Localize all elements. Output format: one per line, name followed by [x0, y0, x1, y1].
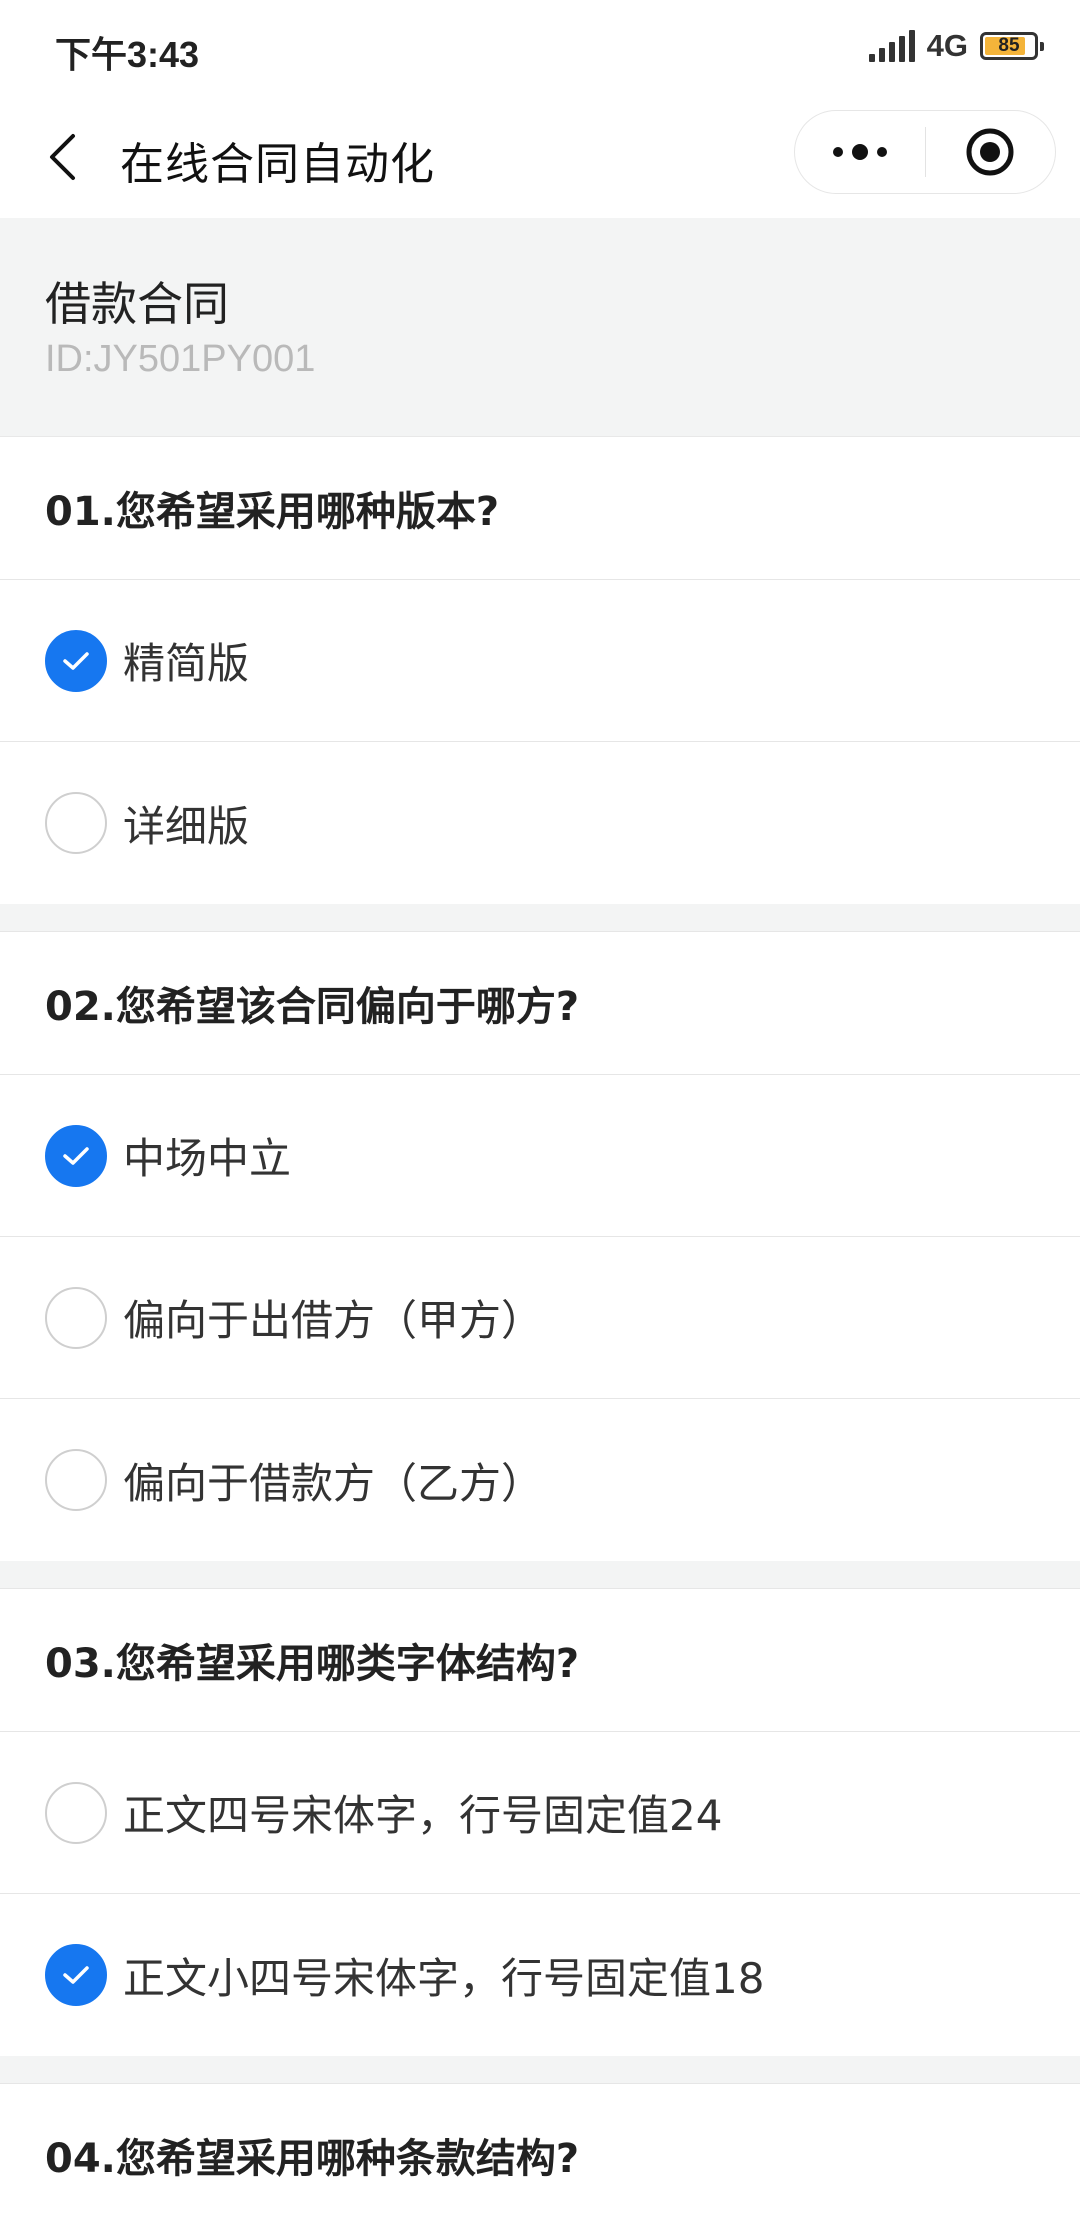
- contract-name: 借款合同: [45, 277, 229, 331]
- contract-header: 借款合同 ID:JY501PY001: [0, 218, 1080, 437]
- back-button[interactable]: [40, 132, 84, 182]
- radio-button[interactable]: [45, 629, 107, 692]
- radio-button[interactable]: [45, 1124, 107, 1187]
- contract-id: ID:JY501PY001: [45, 338, 316, 380]
- option-item[interactable]: 正文小四号宋体字，行号固定值18: [0, 1894, 1080, 2056]
- battery-level: 85: [998, 35, 1020, 56]
- mini-program-capsule: [794, 110, 1056, 194]
- radio-button[interactable]: [45, 792, 107, 854]
- option-item[interactable]: 中场中立: [0, 1075, 1080, 1237]
- option-item[interactable]: 详细版: [0, 742, 1080, 904]
- option-label: 正文四号宋体字，行号固定值24: [123, 1791, 723, 1840]
- option-item[interactable]: 精简版: [0, 580, 1080, 742]
- option-label: 精简版: [123, 639, 250, 688]
- option-label: 详细版: [123, 801, 250, 851]
- radio-button[interactable]: [45, 1944, 107, 2006]
- question-title: 02.您希望该合同偏向于哪方?: [0, 932, 1080, 1075]
- radio-button[interactable]: [45, 1781, 107, 1844]
- status-bar: 下午3:43 4G 85: [0, 0, 1080, 96]
- chevron-left-icon: [50, 134, 75, 180]
- radio-button[interactable]: [45, 1286, 107, 1349]
- option-item[interactable]: 正文四号宋体字，行号固定值24: [0, 1732, 1080, 1894]
- checkmark-icon: [63, 1966, 89, 1984]
- section-divider: [0, 2056, 1080, 2084]
- status-time: 下午3:43: [55, 34, 200, 75]
- status-icons: 4G 85: [868, 28, 1044, 64]
- option-item[interactable]: 偏向于借款方（乙方）: [0, 1399, 1080, 1561]
- option-label: 偏向于借款方（乙方）: [123, 1458, 544, 1508]
- more-button[interactable]: [795, 111, 925, 193]
- signal-icon: [868, 30, 915, 62]
- checkmark-icon: [63, 1146, 89, 1165]
- battery-icon: 85: [980, 32, 1044, 60]
- option-item[interactable]: 偏向于出借方（甲方）: [0, 1237, 1080, 1399]
- more-dots-icon: [832, 144, 887, 160]
- question-title: 01.您希望采用哪种版本?: [0, 437, 1080, 580]
- nav-bar: 在线合同自动化: [0, 96, 1080, 218]
- section-divider: [0, 904, 1080, 932]
- section-divider: [0, 1561, 1080, 1589]
- target-circle-icon: [966, 128, 1014, 176]
- option-label: 中场中立: [123, 1134, 292, 1183]
- radio-button[interactable]: [45, 1449, 107, 1511]
- checkmark-icon: [63, 651, 89, 670]
- question-title: 04.您希望采用哪种条款结构?: [0, 2084, 1080, 2226]
- network-type: 4G: [926, 28, 968, 63]
- close-mini-program-button[interactable]: [926, 111, 1056, 193]
- option-label: 偏向于出借方（甲方）: [123, 1296, 544, 1345]
- option-label: 正文小四号宋体字，行号固定值18: [123, 1953, 765, 2003]
- page-title: 在线合同自动化: [120, 139, 435, 190]
- question-title: 03.您希望采用哪类字体结构?: [0, 1589, 1080, 1732]
